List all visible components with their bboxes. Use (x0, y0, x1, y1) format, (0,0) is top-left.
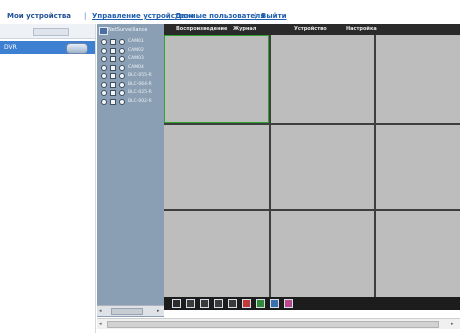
scroll-left-icon[interactable]: ◂ (99, 308, 102, 314)
camera-icon (110, 39, 116, 45)
video-grid (164, 35, 460, 297)
video-cell-9[interactable] (376, 211, 460, 297)
channel-status-icon (101, 90, 107, 96)
sixteen-view-icon[interactable] (228, 299, 237, 308)
video-cell-2[interactable] (271, 35, 374, 123)
nav-separator: | (254, 12, 257, 20)
tree-item-label: CAM04 (128, 64, 144, 70)
tab-settings[interactable]: Настройка (346, 25, 377, 34)
record-status-icon (119, 98, 125, 105)
close-icon[interactable] (172, 299, 181, 308)
device-sidebar: DVR (0, 24, 96, 333)
camera-icon (110, 90, 116, 96)
page-scrollbar[interactable]: ◂ ▸ (97, 318, 460, 329)
video-cell-8[interactable] (271, 211, 374, 297)
channel-status-icon (101, 81, 107, 88)
quad-view-icon[interactable] (200, 299, 209, 308)
tree-root-label: NetSurveillance (108, 27, 148, 33)
nav-user-data[interactable]: Данные пользователя (175, 12, 265, 21)
camera-icon (110, 64, 116, 71)
sidebar-header (0, 24, 95, 39)
record-status-icon (119, 47, 125, 54)
scroll-right-icon[interactable]: ▸ (157, 308, 160, 314)
record-icon[interactable] (242, 299, 251, 308)
nav-logout[interactable]: Выйти (261, 12, 287, 21)
nine-view-icon[interactable] (214, 299, 223, 308)
record-status-icon (119, 73, 125, 79)
tree-item-label: CAM03 (128, 56, 144, 61)
sidebar-item-label: DVR (4, 44, 17, 51)
nav-my-devices[interactable]: Мои устройства (7, 12, 71, 21)
record-status-icon (119, 64, 125, 71)
connect-button[interactable] (66, 43, 88, 54)
video-cell-5[interactable] (271, 125, 374, 209)
scroll-right-icon[interactable]: ▸ (451, 320, 454, 328)
tree-item-label: BLC-055-R (128, 73, 152, 78)
sidebar-toggle-button[interactable] (33, 28, 69, 36)
device-tree: NetSurveillance CAM01 CAM02 CAM03 CAM04 BLC-… (97, 24, 164, 317)
color-settings-icon[interactable] (256, 299, 265, 308)
tree-item-label: BLC-025-R (128, 90, 152, 95)
camera-icon (110, 73, 116, 79)
record-status-icon (119, 56, 125, 62)
video-cell-1[interactable] (164, 35, 269, 123)
camera-icon (110, 56, 116, 62)
video-cell-6[interactable] (376, 125, 460, 209)
video-cell-3[interactable] (376, 35, 460, 123)
ptz-icon[interactable] (270, 299, 279, 308)
tree-scrollbar[interactable]: ◂ ▸ (97, 305, 164, 316)
tab-log[interactable]: Журнал (233, 25, 256, 34)
single-view-icon[interactable] (186, 299, 195, 308)
tree-item-label: BLC-064-R (128, 81, 152, 87)
tree-item-label: BLC-002-R (128, 98, 152, 104)
channel-status-icon (101, 47, 107, 54)
video-toolbar (164, 297, 460, 310)
channel-status-icon (101, 73, 107, 79)
tree-item[interactable]: BLC-002-R (97, 98, 164, 107)
scroll-thumb[interactable] (107, 321, 439, 328)
channel-status-icon (101, 39, 107, 45)
video-cell-7[interactable] (164, 211, 269, 297)
record-status-icon (119, 39, 125, 45)
camera-icon (110, 98, 116, 105)
camera-icon (110, 47, 116, 54)
tree-root[interactable]: NetSurveillance (97, 24, 164, 36)
tab-device[interactable]: Устройство (294, 25, 327, 34)
channel-status-icon (101, 64, 107, 71)
tree-item-label: CAM01 (128, 39, 144, 44)
record-status-icon (119, 90, 125, 96)
top-nav: Мои устройства | Управление устройством … (0, 0, 460, 22)
tabs-bar: Воспроизведение Журнал Устройство Настро… (164, 24, 460, 35)
tab-playback[interactable]: Воспроизведение (176, 25, 227, 34)
camera-icon (110, 81, 116, 88)
channel-status-icon (101, 56, 107, 62)
sidebar-item-dvr[interactable]: DVR (0, 41, 95, 54)
scroll-thumb[interactable] (111, 308, 143, 315)
folder-icon (99, 27, 108, 35)
tree-item-label: CAM02 (128, 47, 144, 53)
nav-separator: | (168, 12, 171, 20)
record-status-icon (119, 81, 125, 88)
video-cell-4[interactable] (164, 125, 269, 209)
snapshot-icon[interactable] (284, 299, 293, 308)
scroll-left-icon[interactable]: ◂ (99, 320, 102, 328)
channel-status-icon (101, 98, 107, 105)
nav-separator: | (84, 12, 87, 20)
